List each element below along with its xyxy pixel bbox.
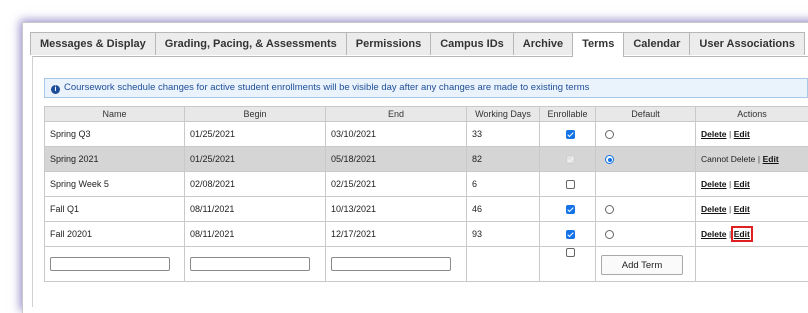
- column-header-enrollable: Enrollable: [540, 107, 596, 122]
- default-radio[interactable]: [605, 230, 614, 239]
- column-header-name: Name: [45, 107, 185, 122]
- tab-archive[interactable]: Archive: [513, 32, 573, 55]
- add-term-button[interactable]: Add Term: [601, 255, 683, 275]
- enrollable-checkbox[interactable]: [566, 180, 575, 189]
- settings-tabs: Messages & Display Grading, Pacing, & As…: [30, 32, 804, 56]
- table-row: Fall 20201 08/11/2021 12/17/2021 93 Dele…: [45, 222, 808, 247]
- cannot-delete-label: Cannot Delete: [701, 154, 755, 164]
- term-working-days: 46: [467, 197, 540, 222]
- term-begin: 08/11/2021: [185, 197, 326, 222]
- edit-link[interactable]: Edit: [734, 204, 750, 214]
- term-end: 10/13/2021: [326, 197, 467, 222]
- column-header-default: Default: [596, 107, 696, 122]
- table-header-row: Name Begin End Working Days Enrollable D…: [45, 107, 808, 122]
- term-begin: 02/08/2021: [185, 172, 326, 197]
- tab-campus-ids[interactable]: Campus IDs: [430, 32, 514, 55]
- new-term-actions-cell: [696, 247, 808, 282]
- column-header-working-days: Working Days: [467, 107, 540, 122]
- edit-link[interactable]: Edit: [734, 179, 750, 189]
- new-term-begin-input[interactable]: [190, 257, 310, 271]
- term-end: 03/10/2021: [326, 122, 467, 147]
- new-term-row: Add Term: [45, 247, 808, 282]
- table-row: Spring 2021 01/25/2021 05/18/2021 82 Can…: [45, 147, 808, 172]
- new-term-name-input[interactable]: [50, 257, 170, 271]
- default-radio[interactable]: [605, 205, 614, 214]
- table-row: Spring Week 5 02/08/2021 02/15/2021 6 De…: [45, 172, 808, 197]
- delete-link[interactable]: Delete: [701, 229, 727, 239]
- terms-table: Name Begin End Working Days Enrollable D…: [44, 106, 808, 282]
- tab-messages-display[interactable]: Messages & Display: [30, 32, 156, 55]
- column-header-actions: Actions: [696, 107, 808, 122]
- action-separator: |: [729, 179, 731, 189]
- action-separator: |: [758, 154, 760, 164]
- tab-terms[interactable]: Terms: [572, 32, 624, 57]
- delete-link[interactable]: Delete: [701, 179, 727, 189]
- term-name: Fall 20201: [45, 222, 185, 247]
- enrollable-checkbox[interactable]: [566, 130, 575, 139]
- new-term-end-input[interactable]: [331, 257, 451, 271]
- column-header-begin: Begin: [185, 107, 326, 122]
- term-end: 12/17/2021: [326, 222, 467, 247]
- info-notice: i Coursework schedule changes for active …: [44, 78, 808, 98]
- term-end: 02/15/2021: [326, 172, 467, 197]
- term-name: Spring Q3: [45, 122, 185, 147]
- column-header-end: End: [326, 107, 467, 122]
- enrollable-checkbox-disabled: [566, 155, 575, 164]
- default-radio-selected[interactable]: [605, 155, 614, 164]
- term-begin: 01/25/2021: [185, 147, 326, 172]
- action-separator: |: [729, 229, 731, 239]
- table-row: Spring Q3 01/25/2021 03/10/2021 33 Delet…: [45, 122, 808, 147]
- term-name: Spring 2021: [45, 147, 185, 172]
- term-working-days: 33: [467, 122, 540, 147]
- default-cell-empty: [596, 172, 696, 197]
- tab-calendar[interactable]: Calendar: [623, 32, 690, 55]
- edit-link[interactable]: Edit: [763, 154, 779, 164]
- term-working-days: 6: [467, 172, 540, 197]
- term-end: 05/18/2021: [326, 147, 467, 172]
- term-working-days: 93: [467, 222, 540, 247]
- info-icon: i: [51, 85, 60, 94]
- term-name: Spring Week 5: [45, 172, 185, 197]
- tab-permissions[interactable]: Permissions: [346, 32, 431, 55]
- term-begin: 01/25/2021: [185, 122, 326, 147]
- term-begin: 08/11/2021: [185, 222, 326, 247]
- default-radio[interactable]: [605, 130, 614, 139]
- action-separator: |: [729, 129, 731, 139]
- tab-grading-pacing-assessments[interactable]: Grading, Pacing, & Assessments: [155, 32, 347, 55]
- new-term-working-days-cell: [467, 247, 540, 282]
- delete-link[interactable]: Delete: [701, 129, 727, 139]
- enrollable-checkbox[interactable]: [566, 230, 575, 239]
- enrollable-checkbox[interactable]: [566, 205, 575, 214]
- edit-link[interactable]: Edit: [734, 129, 750, 139]
- tab-user-associations[interactable]: User Associations: [689, 32, 805, 55]
- term-name: Fall Q1: [45, 197, 185, 222]
- term-working-days: 82: [467, 147, 540, 172]
- delete-link[interactable]: Delete: [701, 204, 727, 214]
- table-row: Fall Q1 08/11/2021 10/13/2021 46 Delete …: [45, 197, 808, 222]
- notice-text: Coursework schedule changes for active s…: [64, 82, 589, 93]
- action-separator: |: [729, 204, 731, 214]
- new-term-enrollable-checkbox[interactable]: [566, 248, 575, 257]
- edit-link-highlighted[interactable]: Edit: [734, 229, 750, 239]
